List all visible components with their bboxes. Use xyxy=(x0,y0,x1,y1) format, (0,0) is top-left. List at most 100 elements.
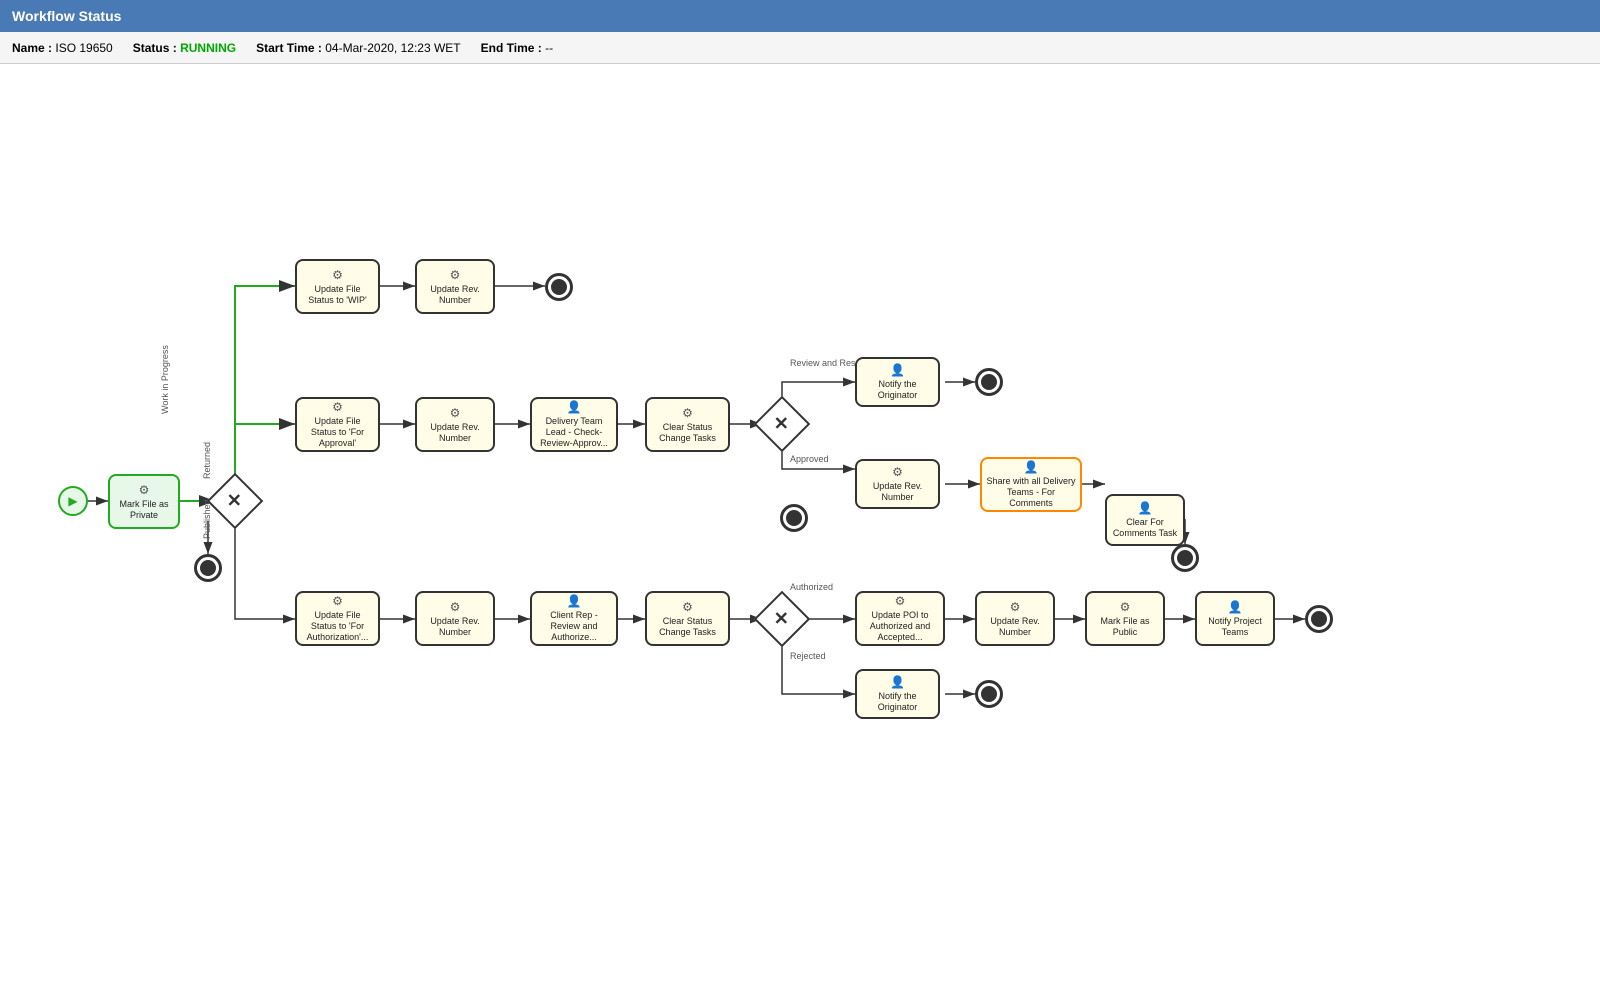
label-approved: Approved xyxy=(790,454,829,464)
end-event-middle xyxy=(780,504,808,532)
gateway-middle: ✕ xyxy=(754,396,811,453)
title-bar: Workflow Status xyxy=(0,0,1600,32)
title-text: Workflow Status xyxy=(12,8,121,24)
node-update-poi[interactable]: ⚙ Update POI to Authorized and Accepted.… xyxy=(855,591,945,646)
node-update-rev-5-label: Update Rev. Number xyxy=(981,616,1049,638)
person-icon-3: 👤 xyxy=(1024,460,1039,474)
node-mark-file-private-label: Mark File as Private xyxy=(114,499,174,521)
workflow-canvas: Review and Resubmit Approved Authorized … xyxy=(0,64,1600,1000)
node-notify-originator-1[interactable]: 👤 Notify the Originator xyxy=(855,357,940,407)
person-icon-5: 👤 xyxy=(567,594,582,608)
node-clear-status-2-label: Clear Status Change Tasks xyxy=(651,616,724,638)
gear-icon-8: ⚙ xyxy=(332,594,343,608)
gear-icon-2: ⚙ xyxy=(332,268,343,282)
node-clear-comments-task[interactable]: 👤 Clear For Comments Task xyxy=(1105,494,1185,546)
node-clear-comments-label: Clear For Comments Task xyxy=(1111,517,1179,539)
conn-gateway-wip xyxy=(235,286,295,481)
end-event-inner-comments xyxy=(1177,550,1193,566)
label-rejected: Rejected xyxy=(790,651,826,661)
gear-icon-10: ⚙ xyxy=(682,600,693,614)
start-time-label: Start Time : 04-Mar-2020, 12:23 WET xyxy=(256,41,461,55)
node-clear-status-1-label: Clear Status Change Tasks xyxy=(651,422,724,444)
gear-icon-7: ⚙ xyxy=(892,465,903,479)
node-update-rev-top-label: Update Rev. Number xyxy=(421,284,489,306)
end-event-project-teams xyxy=(1305,605,1333,633)
conn-gateway3-notify2 xyxy=(782,639,855,694)
play-icon: ▶ xyxy=(68,494,77,508)
connection-layer: Review and Resubmit Approved Authorized … xyxy=(0,64,1600,1000)
end-event-comments xyxy=(1171,544,1199,572)
gear-icon-3: ⚙ xyxy=(450,268,461,282)
person-icon-4: 👤 xyxy=(1138,501,1153,515)
node-update-rev-3[interactable]: ⚙ Update Rev. Number xyxy=(855,459,940,509)
node-notify-originator-2[interactable]: 👤 Notify the Originator xyxy=(855,669,940,719)
gateway-main-icon: ✕ xyxy=(227,491,242,512)
node-clear-status-2[interactable]: ⚙ Clear Status Change Tasks xyxy=(645,591,730,646)
label-authorized: Authorized xyxy=(790,582,833,592)
node-notify-originator-2-label: Notify the Originator xyxy=(861,691,934,713)
node-update-file-approval-label: Update File Status to 'For Approval' xyxy=(301,416,374,448)
gear-icon-4: ⚙ xyxy=(332,400,343,414)
label-wip: Work in Progress xyxy=(160,345,170,414)
node-update-rev-4-label: Update Rev. Number xyxy=(421,616,489,638)
gear-icon-12: ⚙ xyxy=(1010,600,1021,614)
node-share-delivery-teams-label: Share with all Delivery Teams - For Comm… xyxy=(986,476,1076,508)
end-event-inner-1 xyxy=(200,560,216,576)
node-client-rep-label: Client Rep - Review and Authorize... xyxy=(536,610,612,642)
node-update-poi-label: Update POI to Authorized and Accepted... xyxy=(861,610,939,642)
conn-gateway-auth xyxy=(235,521,295,619)
node-share-delivery-teams[interactable]: 👤 Share with all Delivery Teams - For Co… xyxy=(980,457,1082,512)
start-event: ▶ xyxy=(58,486,88,516)
end-event-notify2 xyxy=(975,680,1003,708)
node-update-rev-middle-label: Update Rev. Number xyxy=(421,422,489,444)
end-event-top xyxy=(545,273,573,301)
gateway-middle-icon: ✕ xyxy=(774,414,789,435)
person-icon-6: 👤 xyxy=(1228,600,1243,614)
person-icon-7: 👤 xyxy=(890,675,905,689)
node-update-rev-top[interactable]: ⚙ Update Rev. Number xyxy=(415,259,495,314)
end-event-inner-middle xyxy=(786,510,802,526)
person-icon-2: 👤 xyxy=(890,363,905,377)
gear-icon-11: ⚙ xyxy=(895,594,906,608)
node-mark-file-public[interactable]: ⚙ Mark File as Public xyxy=(1085,591,1165,646)
gear-icon-5: ⚙ xyxy=(450,406,461,420)
node-notify-originator-1-label: Notify the Originator xyxy=(861,379,934,401)
name-label: Name : ISO 19650 xyxy=(12,41,113,55)
gateway-bottom-icon: ✕ xyxy=(774,609,789,630)
node-mark-file-private[interactable]: ⚙ Mark File as Private xyxy=(108,474,180,529)
person-icon-1: 👤 xyxy=(567,400,582,414)
end-event-inner-top xyxy=(551,279,567,295)
conn-gateway2-updaterev3 xyxy=(782,444,855,469)
node-mark-file-public-label: Mark File as Public xyxy=(1091,616,1159,638)
end-time-label: End Time : -- xyxy=(481,41,553,55)
node-delivery-team-label: Delivery Team Lead - Check- Review-Appro… xyxy=(536,416,612,448)
node-update-file-wip-label: Update File Status to 'WIP' xyxy=(301,284,374,306)
node-update-file-auth-label: Update File Status to 'For Authorization… xyxy=(301,610,374,642)
end-event-notify1 xyxy=(975,368,1003,396)
end-event-gateway-bottom xyxy=(194,554,222,582)
node-update-file-auth[interactable]: ⚙ Update File Status to 'For Authorizati… xyxy=(295,591,380,646)
gateway-main: ✕ xyxy=(207,473,264,530)
node-update-rev-5[interactable]: ⚙ Update Rev. Number xyxy=(975,591,1055,646)
node-client-rep[interactable]: 👤 Client Rep - Review and Authorize... xyxy=(530,591,618,646)
node-update-rev-middle[interactable]: ⚙ Update Rev. Number xyxy=(415,397,495,452)
end-event-inner-teams xyxy=(1311,611,1327,627)
node-delivery-team-lead[interactable]: 👤 Delivery Team Lead - Check- Review-App… xyxy=(530,397,618,452)
gear-icon-9: ⚙ xyxy=(450,600,461,614)
node-update-file-approval[interactable]: ⚙ Update File Status to 'For Approval' xyxy=(295,397,380,452)
node-update-rev-4[interactable]: ⚙ Update Rev. Number xyxy=(415,591,495,646)
gear-icon-13: ⚙ xyxy=(1120,600,1131,614)
conn-gateway2-notify1 xyxy=(782,382,855,404)
node-clear-status-1[interactable]: ⚙ Clear Status Change Tasks xyxy=(645,397,730,452)
end-event-inner-notify2 xyxy=(981,686,997,702)
status-label: Status : RUNNING xyxy=(133,41,236,55)
gear-icon-6: ⚙ xyxy=(682,406,693,420)
node-update-rev-3-label: Update Rev. Number xyxy=(861,481,934,503)
node-notify-project-teams[interactable]: 👤 Notify Project Teams xyxy=(1195,591,1275,646)
gateway-bottom: ✕ xyxy=(754,591,811,648)
node-update-file-wip[interactable]: ⚙ Update File Status to 'WIP' xyxy=(295,259,380,314)
node-notify-project-teams-label: Notify Project Teams xyxy=(1201,616,1269,638)
status-bar: Name : ISO 19650 Status : RUNNING Start … xyxy=(0,32,1600,64)
label-returned: Returned xyxy=(202,442,212,479)
end-event-inner-notify1 xyxy=(981,374,997,390)
